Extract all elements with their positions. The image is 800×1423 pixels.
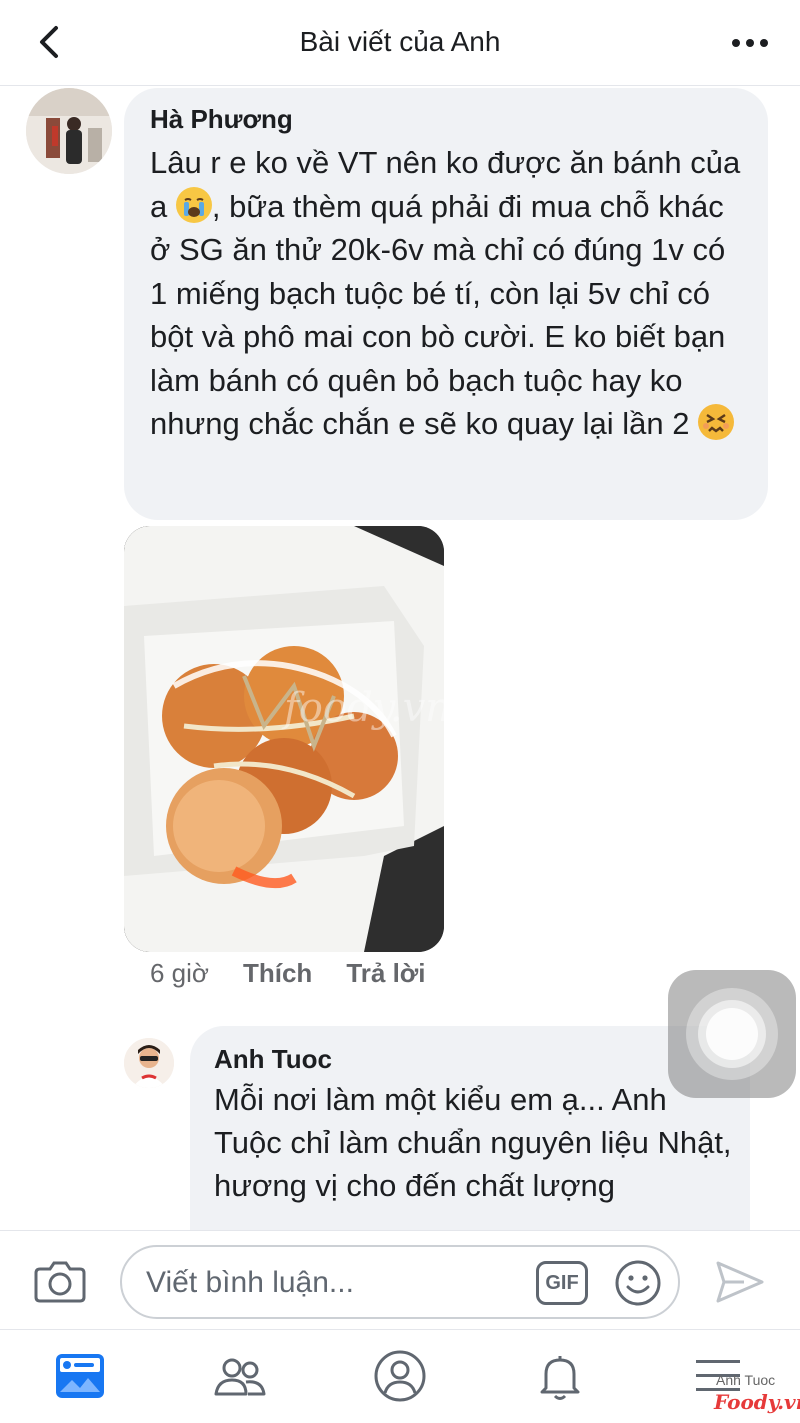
- more-options-button[interactable]: [730, 28, 770, 58]
- reply-button[interactable]: Trả lời: [346, 958, 425, 988]
- top-bar: Bài viết của Anh: [0, 0, 800, 86]
- smiley-icon: [615, 1260, 661, 1306]
- send-button[interactable]: [714, 1259, 766, 1305]
- send-icon: [716, 1261, 764, 1303]
- friends-icon: [214, 1358, 266, 1396]
- like-button[interactable]: Thích: [243, 958, 312, 988]
- comment-text: Lâu r e ko về VT nên ko được ăn bánh của…: [150, 141, 750, 446]
- comment-text-part: , bữa thèm quá phải đi mua chỗ khác ở SG…: [150, 188, 726, 442]
- comment-actions: 6 giờ Thích Trả lời: [150, 958, 460, 989]
- bottom-navigation: [0, 1330, 800, 1423]
- page-title: Bài viết của Anh: [299, 26, 501, 57]
- crying-face-icon: [175, 186, 212, 223]
- camera-button[interactable]: [34, 1259, 86, 1303]
- tab-news-feed[interactable]: [52, 1348, 108, 1404]
- watermark-logo: Foody.vn: [714, 1390, 800, 1414]
- gif-button[interactable]: GIF: [536, 1261, 588, 1305]
- comment-time: 6 giờ: [150, 958, 209, 988]
- tab-profile[interactable]: [372, 1348, 428, 1404]
- news-feed-icon: [56, 1354, 104, 1398]
- watermark-author: Anh Tuoc: [716, 1372, 776, 1388]
- camera-icon: [34, 1261, 86, 1303]
- comment-text: Mỗi nơi làm một kiểu em ạ... Anh Tuộc ch…: [214, 1082, 732, 1203]
- comment-input[interactable]: [146, 1265, 526, 1301]
- avatar[interactable]: [124, 1038, 174, 1088]
- comment-composer: GIF: [0, 1230, 800, 1330]
- comment-author[interactable]: Anh Tuoc: [214, 1044, 332, 1075]
- comment-author[interactable]: Hà Phương: [150, 104, 293, 135]
- avatar[interactable]: [26, 88, 112, 174]
- confounded-face-icon: [698, 404, 735, 440]
- more-horizontal-icon: [732, 39, 768, 47]
- emoji-button[interactable]: [614, 1259, 662, 1307]
- bell-icon: [540, 1356, 580, 1400]
- comment-input-box[interactable]: GIF: [120, 1245, 680, 1319]
- tab-friends[interactable]: [212, 1348, 268, 1404]
- comment-photo[interactable]: foody.vn: [124, 526, 444, 952]
- comments-thread[interactable]: Hà Phương Lâu r e ko về VT nên ko được ă…: [0, 86, 800, 1230]
- tab-notifications[interactable]: [532, 1348, 588, 1404]
- profile-icon: [374, 1350, 426, 1402]
- photo-watermark: foody.vn: [281, 685, 444, 731]
- assistive-touch-button[interactable]: [668, 970, 796, 1098]
